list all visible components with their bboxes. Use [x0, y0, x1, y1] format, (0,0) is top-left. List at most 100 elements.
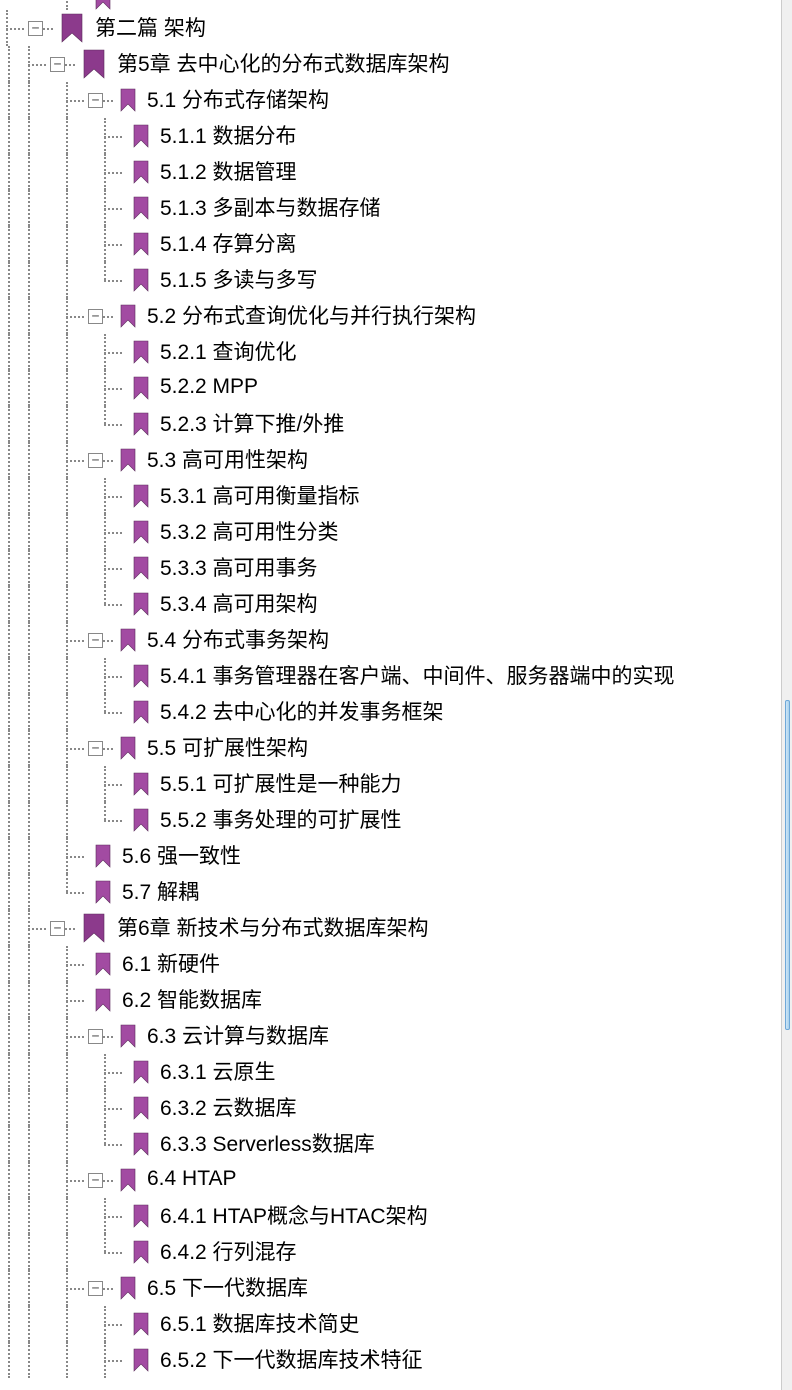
tree-node[interactable]: 6.3.3 Serverless数据库	[0, 1126, 792, 1162]
tree-node[interactable]: 5.4.2 去中心化的并发事务框架	[0, 694, 792, 730]
tree-node[interactable]: 5.3.3 高可用事务	[0, 550, 792, 586]
tree-node[interactable]: 5.1.1 数据分布	[0, 118, 792, 154]
tree-node[interactable]: 5.4.1 事务管理器在客户端、中间件、服务器端中的实现	[0, 658, 792, 694]
tree-node[interactable]: 5.1.3 多副本与数据存储	[0, 190, 792, 226]
bookmark-icon	[94, 988, 112, 1012]
tree-node-label: 6.3.3 Serverless数据库	[160, 1128, 375, 1158]
scrollbar-thumb[interactable]	[785, 700, 790, 1030]
bookmark-icon	[59, 13, 85, 43]
tree-node[interactable]: 6.5.1 数据库技术简史	[0, 1306, 792, 1342]
tree-node[interactable]: − 第6章 新技术与分布式数据库架构	[0, 910, 792, 946]
bookmark-icon	[132, 1204, 150, 1228]
tree-node[interactable]: − 5.5 可扩展性架构	[0, 730, 792, 766]
bookmark-icon	[132, 268, 150, 292]
tree-node[interactable]: 6.3.2 云数据库	[0, 1090, 792, 1126]
tree-node-label: 5.3.3 高可用事务	[160, 552, 318, 582]
bookmark-icon	[132, 772, 150, 796]
tree-node[interactable]: 6.4.2 行列混存	[0, 1234, 792, 1270]
tree-node-label: 第6章 新技术与分布式数据库架构	[117, 912, 429, 942]
vertical-scrollbar[interactable]	[781, 0, 792, 1390]
tree-node-label: 第5章 去中心化的分布式数据库架构	[117, 48, 450, 78]
bookmark-icon	[119, 1168, 137, 1192]
tree-node-label: 6.5.1 数据库技术简史	[160, 1308, 360, 1338]
bookmark-icon	[119, 1024, 137, 1048]
tree-node-label: 5.3.1 高可用衡量指标	[160, 480, 360, 510]
tree-node[interactable]: 5.2.2 MPP	[0, 370, 792, 406]
collapse-toggle[interactable]: −	[88, 1281, 103, 1296]
tree-node-label: 6.4.1 HTAP概念与HTAC架构	[160, 1200, 428, 1230]
bookmark-icon	[132, 124, 150, 148]
collapse-toggle[interactable]: −	[88, 93, 103, 108]
collapse-toggle[interactable]: −	[88, 1029, 103, 1044]
tree-node[interactable]: 5.1.2 数据管理	[0, 154, 792, 190]
tree-node-label: 5.2.2 MPP	[160, 375, 258, 399]
tree-node[interactable]: −6.3 云计算与数据库	[0, 1018, 792, 1054]
bookmark-icon	[132, 1096, 150, 1120]
bookmark-icon	[132, 196, 150, 220]
bookmark-icon	[119, 304, 137, 328]
collapse-toggle[interactable]: −	[88, 633, 103, 648]
bookmark-icon	[132, 1312, 150, 1336]
tree-node-label: 6.3.1 云原生	[160, 1056, 276, 1086]
tree-node[interactable]: 5.1.4 存算分离	[0, 226, 792, 262]
tree-node-label: 5.1.2 数据管理	[160, 156, 297, 186]
collapse-toggle[interactable]: −	[88, 1173, 103, 1188]
tree-node[interactable]: − 5.3 高可用性架构	[0, 442, 792, 478]
tree-node-label: 6.4 HTAP	[147, 1167, 236, 1191]
collapse-toggle[interactable]: −	[28, 21, 43, 36]
tree-node-label: 6.4.2 行列混存	[160, 1236, 297, 1266]
tree-node[interactable]: 5.7 解耦	[0, 874, 792, 910]
collapse-toggle[interactable]: −	[88, 309, 103, 324]
tree-node-label: 5.1.4 存算分离	[160, 228, 297, 258]
tree-node[interactable]: 6.3.1 云原生	[0, 1054, 792, 1090]
tree-node[interactable]: 5.3.1 高可用衡量指标	[0, 478, 792, 514]
tree-node[interactable]: −5.1 分布式存储架构	[0, 82, 792, 118]
bookmark-icon	[94, 844, 112, 868]
bookmark-icon	[132, 592, 150, 616]
tree-node-label: 5.2 分布式查询优化与并行执行架构	[147, 300, 476, 330]
tree-node[interactable]: 6.1 新硬件	[0, 946, 792, 982]
tree-node-label: 5.6 强一致性	[122, 840, 241, 870]
tree-node-label: 5.4.2 去中心化的并发事务框架	[160, 696, 444, 726]
tree-node[interactable]: 5.3.2 高可用性分类	[0, 514, 792, 550]
tree-node[interactable]: 5.1.5 多读与多写	[0, 262, 792, 298]
tree-node-label: 5.3 高可用性架构	[147, 444, 308, 474]
tree-node-label: 5.3.4 高可用架构	[160, 588, 318, 618]
tree-node[interactable]: 5.6 强一致性	[0, 838, 792, 874]
tree-node[interactable]: 5.2.3 计算下推/外推	[0, 406, 792, 442]
tree-node[interactable]: 5.5.1 可扩展性是一种能力	[0, 766, 792, 802]
tree-node[interactable]	[0, 0, 792, 10]
tree-node[interactable]: 6.4.1 HTAP概念与HTAC架构	[0, 1198, 792, 1234]
tree-node[interactable]: − 5.2 分布式查询优化与并行执行架构	[0, 298, 792, 334]
tree-node-label: 6.2 智能数据库	[122, 984, 262, 1014]
tree-node-label: 5.1.1 数据分布	[160, 120, 297, 150]
tree-node[interactable]: 6.2 智能数据库	[0, 982, 792, 1018]
tree-node-label: 5.7 解耦	[122, 876, 199, 906]
tree-node[interactable]: −第二篇 架构	[0, 10, 792, 46]
bookmark-icon	[119, 1276, 137, 1300]
tree-node[interactable]: − 第5章 去中心化的分布式数据库架构	[0, 46, 792, 82]
tree-node[interactable]: −5.4 分布式事务架构	[0, 622, 792, 658]
collapse-toggle[interactable]: −	[88, 453, 103, 468]
tree-node[interactable]: 5.3.4 高可用架构	[0, 586, 792, 622]
tree-node[interactable]: −6.5 下一代数据库	[0, 1270, 792, 1306]
tree-node[interactable]: 5.2.1 查询优化	[0, 334, 792, 370]
tree-node[interactable]: 6.5.2 下一代数据库技术特征	[0, 1342, 792, 1378]
tree-node[interactable]: 5.5.2 事务处理的可扩展性	[0, 802, 792, 838]
bookmark-icon	[94, 952, 112, 976]
bookmark-icon	[132, 556, 150, 580]
collapse-toggle[interactable]: −	[50, 921, 65, 936]
bookmark-icon	[132, 1060, 150, 1084]
tree-node-label: 5.2.3 计算下推/外推	[160, 408, 344, 438]
bookmark-icon	[132, 664, 150, 688]
tree-node-label: 5.1.3 多副本与数据存储	[160, 192, 381, 222]
bookmark-icon	[132, 808, 150, 832]
collapse-toggle[interactable]: −	[88, 741, 103, 756]
bookmark-icon	[119, 736, 137, 760]
bookmark-icon	[119, 88, 137, 112]
tree-node-label: 5.5 可扩展性架构	[147, 732, 308, 762]
collapse-toggle[interactable]: −	[50, 57, 65, 72]
tree-node-label: 5.1.5 多读与多写	[160, 264, 318, 294]
tree-node-label: 5.4.1 事务管理器在客户端、中间件、服务器端中的实现	[160, 660, 675, 690]
tree-node[interactable]: − 6.4 HTAP	[0, 1162, 792, 1198]
